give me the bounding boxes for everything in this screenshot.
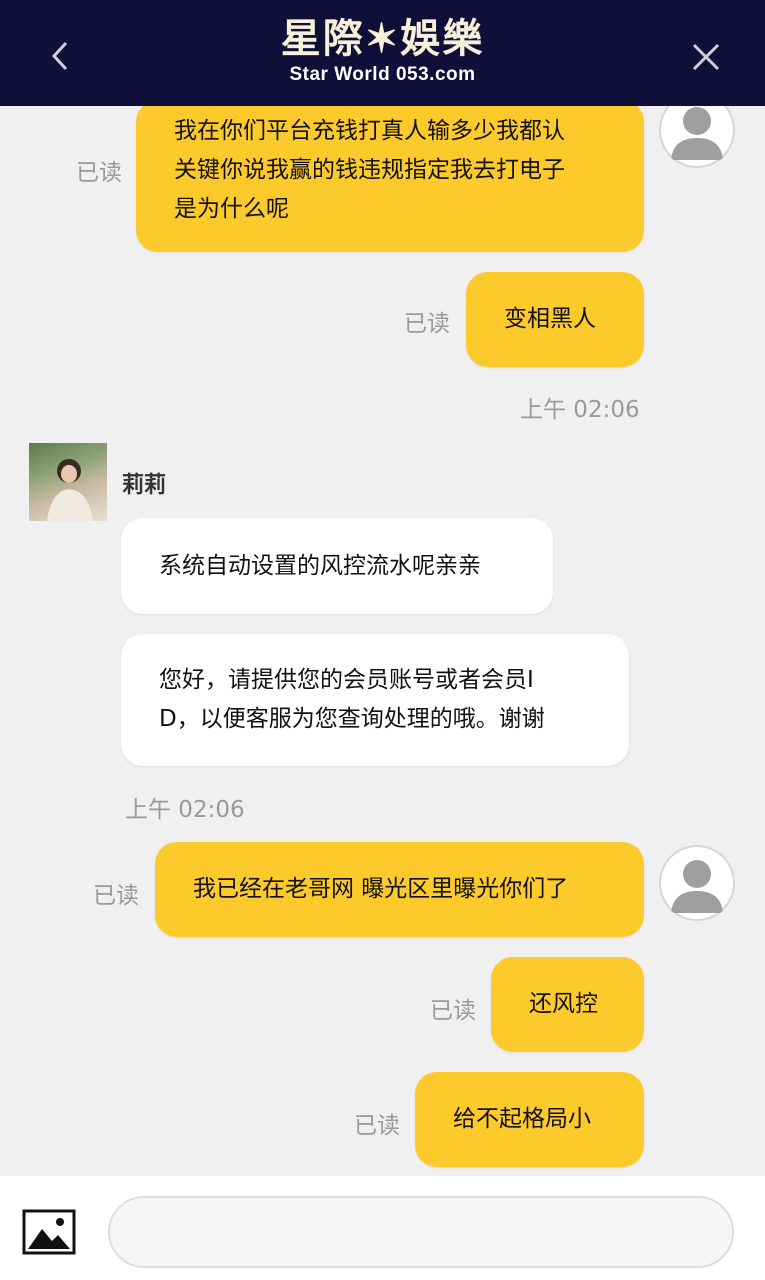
- read-status: 已读: [93, 883, 139, 909]
- timestamp: 上午 02:06: [520, 397, 640, 423]
- image-upload-icon[interactable]: [22, 1209, 76, 1255]
- message-text: 变相黑人: [504, 306, 596, 332]
- message-text: 还风控: [529, 991, 598, 1017]
- read-status: 已读: [404, 311, 450, 337]
- outgoing-message: 变相黑人: [466, 272, 644, 367]
- message-text: 关键你说我赢的钱违规指定我去打电子: [174, 157, 565, 183]
- message-text: 您好，请提供您的会员账号或者会员I: [159, 667, 534, 693]
- message-text: 系统自动设置的风控流水呢亲亲: [159, 553, 481, 579]
- incoming-message: 您好，请提供您的会员账号或者会员I D，以便客服为您查询处理的哦。谢谢: [121, 634, 629, 766]
- composer-bar: [0, 1176, 765, 1280]
- brand-logo-english: Star World 053.com: [289, 64, 476, 85]
- outgoing-message: 我在你们平台充钱打真人输多少我都认 关键你说我赢的钱违规指定我去打电子 是为什么…: [136, 106, 644, 252]
- brand-logo: 星際✶娛樂 Star World 053.com: [260, 14, 505, 99]
- message-input[interactable]: [108, 1196, 734, 1268]
- read-status: 已读: [354, 1113, 400, 1139]
- close-icon[interactable]: [682, 33, 730, 81]
- read-status: 已读: [76, 160, 122, 186]
- user-avatar: [659, 106, 735, 168]
- message-text: 是为什么呢: [174, 196, 289, 222]
- timestamp: 上午 02:06: [125, 797, 245, 823]
- message-text: 我在你们平台充钱打真人输多少我都认: [174, 118, 565, 144]
- user-avatar: [659, 845, 735, 921]
- agent-name: 莉莉: [122, 473, 167, 498]
- outgoing-message: 还风控: [491, 957, 644, 1052]
- brand-logo-chinese: 星際✶娛樂: [280, 15, 485, 62]
- message-text: 给不起格局小: [453, 1106, 591, 1132]
- incoming-message: 系统自动设置的风控流水呢亲亲: [121, 518, 553, 614]
- message-text: 我已经在老哥网 曝光区里曝光你们了: [193, 876, 569, 902]
- outgoing-message: 我已经在老哥网 曝光区里曝光你们了: [155, 842, 644, 937]
- top-bar: 星際✶娛樂 Star World 053.com: [0, 0, 765, 106]
- agent-avatar: [29, 443, 107, 521]
- message-text: D，以便客服为您查询处理的哦。谢谢: [159, 706, 545, 732]
- read-status: 已读: [430, 998, 476, 1024]
- outgoing-message: 给不起格局小: [415, 1072, 644, 1167]
- chat-thread: 已读 我在你们平台充钱打真人输多少我都认 关键你说我赢的钱违规指定我去打电子 是…: [0, 106, 765, 1176]
- back-icon[interactable]: [40, 33, 80, 79]
